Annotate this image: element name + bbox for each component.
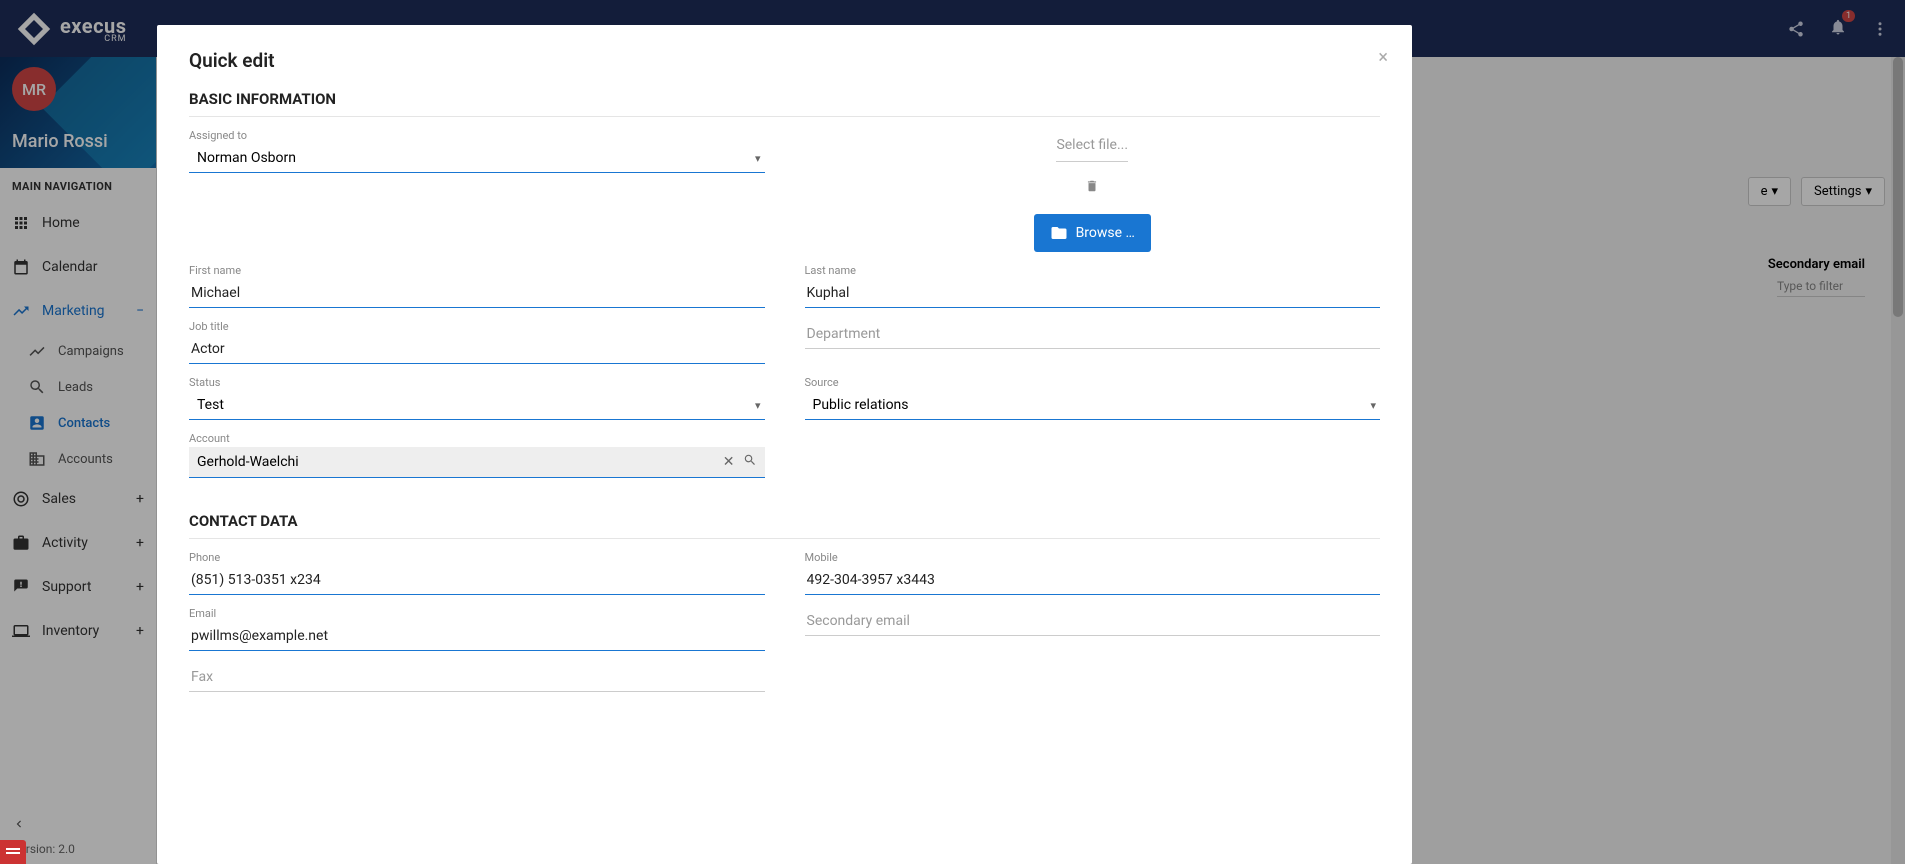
assigned-to-value: Norman Osborn: [197, 150, 296, 166]
source-value: Public relations: [813, 397, 909, 413]
trash-icon: [1085, 178, 1099, 194]
source-label: Source: [805, 376, 1381, 389]
first-name-input[interactable]: [189, 279, 765, 308]
file-delete-button[interactable]: [1085, 178, 1099, 198]
search-icon: [743, 453, 757, 467]
account-clear-button[interactable]: ✕: [723, 454, 735, 470]
account-search-button[interactable]: [743, 453, 757, 471]
browse-button[interactable]: Browse …: [1034, 214, 1151, 252]
phone-input[interactable]: [189, 566, 765, 595]
last-name-label: Last name: [805, 264, 1381, 277]
job-title-label: Job title: [189, 320, 765, 333]
department-input[interactable]: [805, 320, 1381, 349]
account-label: Account: [189, 432, 765, 445]
fax-input[interactable]: [189, 663, 765, 692]
caret-down-icon: ▾: [755, 399, 761, 412]
status-select[interactable]: Test ▾: [189, 391, 765, 420]
status-label: Status: [189, 376, 765, 389]
modal-close-button[interactable]: ×: [1378, 47, 1388, 68]
account-value: Gerhold-Waelchi: [197, 454, 715, 470]
status-value: Test: [197, 397, 224, 413]
last-name-input[interactable]: [805, 279, 1381, 308]
browse-label: Browse …: [1076, 225, 1135, 241]
caret-down-icon: ▾: [755, 152, 761, 165]
phone-label: Phone: [189, 551, 765, 564]
quick-edit-modal: × Quick edit BASIC INFORMATION Assigned …: [157, 25, 1412, 864]
assigned-to-select[interactable]: Norman Osborn ▾: [189, 144, 765, 173]
folder-open-icon: [1050, 224, 1068, 242]
email-label: Email: [189, 607, 765, 620]
mobile-label: Mobile: [805, 551, 1381, 564]
email-input[interactable]: [189, 622, 765, 651]
modal-title: Quick edit: [189, 49, 1380, 72]
section-basic-info: BASIC INFORMATION: [189, 90, 1380, 117]
account-field[interactable]: Gerhold-Waelchi ✕: [189, 447, 765, 478]
mobile-input[interactable]: [805, 566, 1381, 595]
debug-toggle[interactable]: [0, 840, 26, 864]
section-contact-data: CONTACT DATA: [189, 512, 1380, 539]
assigned-to-label: Assigned to: [189, 129, 765, 142]
source-select[interactable]: Public relations ▾: [805, 391, 1381, 420]
file-select-input[interactable]: Select file...: [1056, 129, 1128, 162]
caret-down-icon: ▾: [1370, 399, 1376, 412]
job-title-input[interactable]: [189, 335, 765, 364]
secondary-email-input[interactable]: [805, 607, 1381, 636]
first-name-label: First name: [189, 264, 765, 277]
